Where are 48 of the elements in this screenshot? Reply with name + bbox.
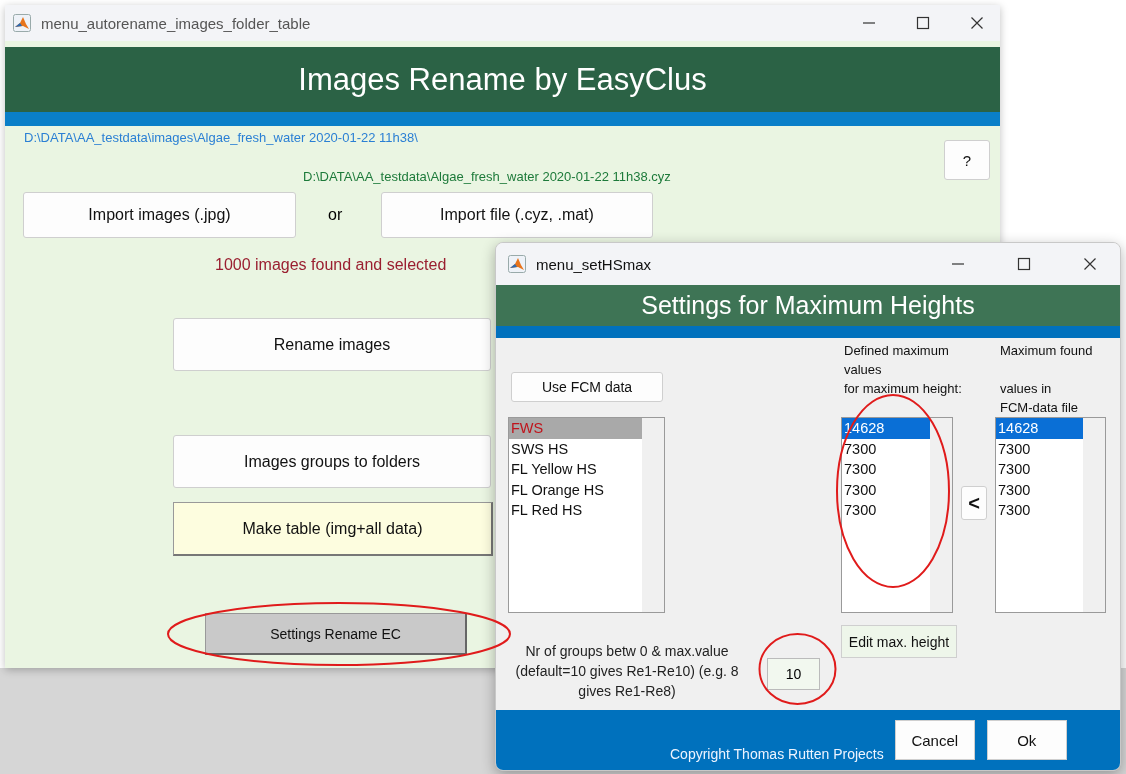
list-item[interactable]: 7300	[842, 438, 930, 459]
header-title: Images Rename by EasyClus	[5, 47, 1000, 112]
use-fcm-button[interactable]: Use FCM data	[511, 372, 663, 402]
copyright-text: Copyright Thomas Rutten Projects	[670, 746, 884, 762]
close-icon	[1083, 257, 1097, 271]
scrollbar[interactable]	[642, 418, 664, 612]
action-button[interactable]: Settings Rename EC	[205, 613, 467, 655]
list-item[interactable]: 7300	[842, 500, 930, 521]
column-label: Defined maximum values for maximum height:	[844, 342, 962, 398]
folder-path: D:\DATA\AA_testdata\images\Algae_fresh_water 2020-01-22 11h38\	[23, 130, 419, 145]
scrollbar[interactable]	[930, 418, 952, 612]
list-item[interactable]: FL Red HS	[509, 500, 642, 521]
edit-height-button[interactable]: Edit max. height	[841, 625, 957, 658]
window-title: menu_setHSmax	[536, 255, 653, 273]
maximize-icon	[1017, 257, 1031, 271]
copy-left-button[interactable]: <	[961, 486, 987, 520]
list-item[interactable]: FL Yellow HS	[509, 459, 642, 480]
list-item[interactable]: 7300	[996, 438, 1083, 459]
list-item[interactable]: 7300	[996, 459, 1083, 480]
app-icon	[13, 14, 31, 32]
window-title: menu_autorename_images_folder_table	[41, 14, 312, 32]
cancel-button[interactable]: Cancel	[894, 720, 975, 760]
scrollbar[interactable]	[1083, 418, 1105, 612]
file-path: D:\DATA\AA_testdata\Algae_fresh_water 2020-01-22 11h38.cyz	[302, 169, 671, 184]
or-label: or	[328, 206, 344, 224]
list-item[interactable]: SWS HS	[509, 438, 642, 459]
action-button[interactable]: Rename images	[173, 318, 491, 371]
help-button[interactable]: ?	[944, 140, 990, 180]
column-label: Maximum found	[1000, 342, 1093, 360]
groups-label: Nr of groups betw 0 & max.value (default=10 gives Re1-Re10) (e.g. 8 gives Re1-Re8)	[514, 642, 740, 701]
list-item[interactable]: FL Orange HS	[509, 479, 642, 500]
action-button[interactable]: Images groups to folders	[173, 435, 491, 488]
list-item[interactable]: 14628	[996, 418, 1083, 439]
list-item[interactable]: 7300	[842, 459, 930, 480]
ok-button[interactable]: Ok	[986, 720, 1067, 760]
maximize-icon	[916, 16, 930, 30]
list-item[interactable]: 7300	[996, 500, 1083, 521]
import-file-button[interactable]: Import file (.cyz, .mat)	[381, 192, 653, 238]
import-images-button[interactable]: Import images (.jpg)	[23, 192, 296, 238]
list-item[interactable]: 7300	[842, 479, 930, 500]
status-text: 1000 images found and selected	[215, 256, 447, 274]
close-icon	[970, 16, 984, 30]
action-button[interactable]: Make table (img+all data)	[173, 502, 493, 556]
header-title: Settings for Maximum Heights	[496, 285, 1120, 326]
app-icon	[508, 255, 526, 273]
groups-field[interactable]: 10	[767, 658, 820, 690]
column-label: values in FCM-data file	[1000, 380, 1079, 417]
list-item[interactable]: 7300	[996, 479, 1083, 500]
